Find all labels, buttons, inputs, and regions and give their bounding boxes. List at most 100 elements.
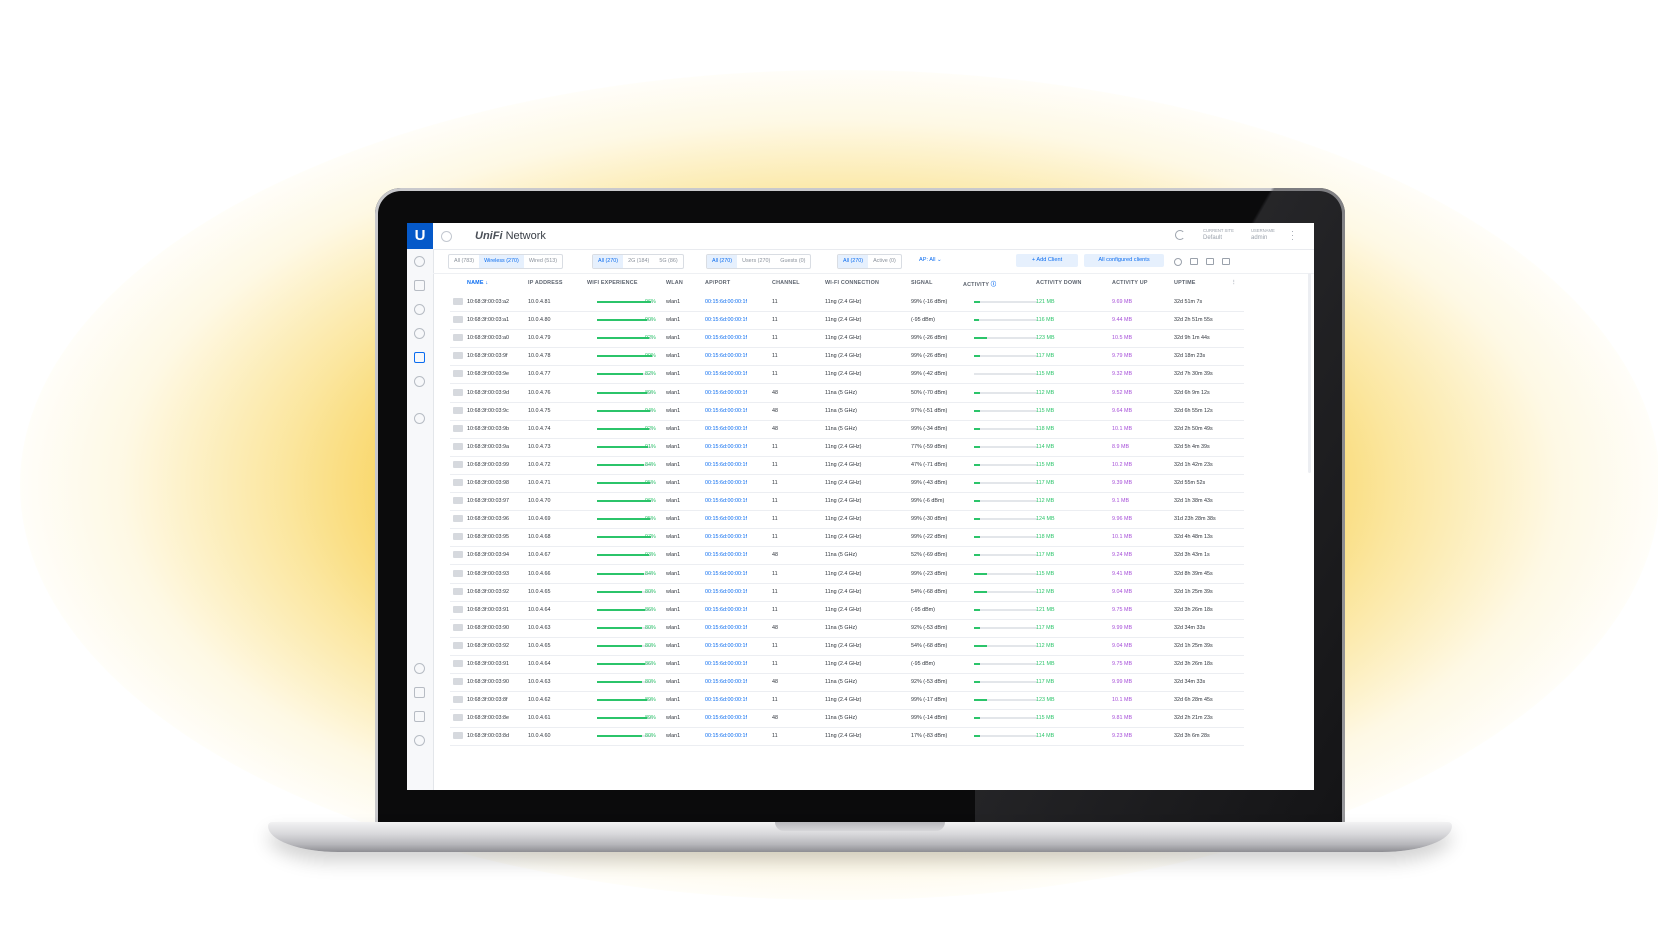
refresh-icon[interactable] [1175,230,1185,240]
table-row[interactable]: 10:68:3f:00:03:92 10.0.4.65 80% wlan1 00:15:… [450,583,1244,602]
cell-ap[interactable]: 00:15:6d:00:00:1f [705,589,747,595]
all-configured-clients-button[interactable]: All configured clients [1084,254,1164,267]
list-view-icon[interactable] [1190,258,1198,265]
table-row[interactable]: 10:68:3f:00:03:93 10.0.4.66 84% wlan1 00:15:… [450,565,1244,584]
table-row[interactable]: 10:68:3f:00:03:a0 10.0.4.79 92% wlan1 00:15:… [450,329,1244,349]
cell-name[interactable]: 10:68:3f:00:03:8f [467,697,507,703]
table-row[interactable]: 10:68:3f:00:03:92 10.0.4.65 80% wlan1 00:15:… [450,637,1244,656]
cell-name[interactable]: 10:68:3f:00:03:9f [467,353,507,359]
devices-icon[interactable] [414,328,425,339]
table-row[interactable]: 10:68:3f:00:03:94 10.0.4.67 93% wlan1 00:15:… [450,546,1244,566]
more-menu-icon[interactable]: · · · [1291,227,1294,244]
filter-2g[interactable]: 2G (184) [623,255,654,268]
cell-name[interactable]: 10:68:3f:00:03:93 [467,571,509,577]
table-row[interactable]: 10:68:3f:00:03:8e 10.0.4.61 89% wlan1 00:15:… [450,709,1244,729]
cell-name[interactable]: 10:68:3f:00:03:92 [467,589,509,595]
cell-ap[interactable]: 00:15:6d:00:00:1f [705,444,747,450]
cell-name[interactable]: 10:68:3f:00:03:98 [467,480,509,486]
table-row[interactable]: 10:68:3f:00:03:97 10.0.4.70 96% wlan1 00:15:… [450,492,1244,512]
alerts-icon[interactable] [414,711,425,722]
table-row[interactable]: 10:68:3f:00:03:8d 10.0.4.60 80% wlan1 00:15:… [450,727,1244,747]
ubiquiti-logo-icon[interactable]: U [407,223,433,249]
table-row[interactable]: 10:68:3f:00:03:91 10.0.4.64 86% wlan1 00:15:… [450,601,1244,620]
table-row[interactable]: 10:68:3f:00:03:96 10.0.4.69 95% wlan1 00:15:… [450,510,1244,530]
cell-ap[interactable]: 00:15:6d:00:00:1f [705,426,747,432]
table-row[interactable]: 10:68:3f:00:03:9c 10.0.4.75 94% wlan1 00:15:… [450,402,1244,421]
filter-all[interactable]: All (783) [449,255,479,268]
table-row[interactable]: 10:68:3f:00:03:9a 10.0.4.73 91% wlan1 00:15:… [450,438,1244,457]
table-row[interactable]: 10:68:3f:00:03:99 10.0.4.72 84% wlan1 00:15:… [450,456,1244,475]
filter-guests[interactable]: Guests (0) [775,255,810,268]
column-header[interactable]: ACTIVITY DOWN [1036,280,1082,286]
cell-ap[interactable]: 00:15:6d:00:00:1f [705,408,747,414]
cell-ap[interactable]: 00:15:6d:00:00:1f [705,353,747,359]
table-row[interactable]: 10:68:3f:00:03:90 10.0.4.63 80% wlan1 00:15:… [450,673,1244,693]
search-icon[interactable] [1174,258,1182,266]
column-header[interactable]: IP ADDRESS [528,280,563,286]
cell-ap[interactable]: 00:15:6d:00:00:1f [705,480,747,486]
filter-state-all[interactable]: All (270) [838,255,869,268]
filter-5g[interactable]: 5G (86) [654,255,682,268]
table-row[interactable]: 10:68:3f:00:03:9e 10.0.4.77 82% wlan1 00:15:… [450,365,1244,385]
column-header-name[interactable]: NAME ↓ [467,280,488,286]
cell-name[interactable]: 10:68:3f:00:03:9c [467,408,509,414]
cell-name[interactable]: 10:68:3f:00:03:95 [467,534,509,540]
cell-ap[interactable]: 00:15:6d:00:00:1f [705,571,747,577]
back-icon[interactable] [441,231,452,242]
statistics-icon[interactable] [414,280,425,291]
info-icon[interactable] [414,663,425,674]
column-header[interactable]: AP/PORT [705,280,730,286]
filter-users[interactable]: Users (270) [737,255,775,268]
column-header[interactable]: WIFI EXPERIENCE [587,280,638,286]
cell-name[interactable]: 10:68:3f:00:03:9e [467,371,509,377]
cell-ap[interactable]: 00:15:6d:00:00:1f [705,715,747,721]
cell-ap[interactable]: 00:15:6d:00:00:1f [705,625,747,631]
shield-icon[interactable] [414,413,425,424]
table-row[interactable]: 10:68:3f:00:03:9f 10.0.4.78 99% wlan1 00:15:… [450,347,1244,367]
cell-ap[interactable]: 00:15:6d:00:00:1f [705,661,747,667]
cell-ap[interactable]: 00:15:6d:00:00:1f [705,607,747,613]
calendar-icon[interactable] [414,687,425,698]
column-header[interactable]: UPTIME [1174,280,1196,286]
table-row[interactable]: 10:68:3f:00:03:98 10.0.4.71 95% wlan1 00:15:… [450,474,1244,493]
column-settings-icon[interactable]: ⋮ [1231,280,1237,286]
column-header[interactable]: ACTIVITY UP [1112,280,1148,286]
map-icon[interactable] [414,304,425,315]
filter-wired[interactable]: Wired (513) [524,255,562,268]
cell-ap[interactable]: 00:15:6d:00:00:1f [705,390,747,396]
gear-icon[interactable] [414,735,425,746]
table-row[interactable]: 10:68:3f:00:03:91 10.0.4.64 86% wlan1 00:15:… [450,655,1244,674]
user-menu[interactable]: USERNAME admin [1251,228,1275,243]
cell-name[interactable]: 10:68:3f:00:03:a0 [467,335,509,341]
clients-icon[interactable] [414,352,425,363]
insights-icon[interactable] [414,376,425,387]
site-selector[interactable]: CURRENT SITE Default [1203,228,1234,243]
table-row[interactable]: 10:68:3f:00:03:9b 10.0.4.74 92% wlan1 00:15:… [450,420,1244,439]
column-header[interactable]: SIGNAL [911,280,933,286]
cell-name[interactable]: 10:68:3f:00:03:8e [467,715,509,721]
column-header[interactable]: WLAN [666,280,683,286]
cell-ap[interactable]: 00:15:6d:00:00:1f [705,335,747,341]
table-row[interactable]: 10:68:3f:00:03:a1 10.0.4.80 90% wlan1 00:15:… [450,311,1244,331]
table-row[interactable]: 10:68:3f:00:03:a2 10.0.4.81 96% wlan1 00:15:… [450,293,1244,312]
cell-ap[interactable]: 00:15:6d:00:00:1f [705,679,747,685]
cell-name[interactable]: 10:68:3f:00:03:91 [467,607,509,613]
table-row[interactable]: 10:68:3f:00:03:8f 10.0.4.62 89% wlan1 00:15:… [450,691,1244,711]
cell-name[interactable]: 10:68:3f:00:03:99 [467,462,509,468]
cell-ap[interactable]: 00:15:6d:00:00:1f [705,552,747,558]
cell-name[interactable]: 10:68:3f:00:03:97 [467,498,509,504]
table-row[interactable]: 10:68:3f:00:03:9d 10.0.4.76 89% wlan1 00:15:… [450,384,1244,403]
cell-name[interactable]: 10:68:3f:00:03:92 [467,643,509,649]
table-row[interactable]: 10:68:3f:00:03:90 10.0.4.63 80% wlan1 00:15:… [450,619,1244,638]
table-row[interactable]: 10:68:3f:00:03:95 10.0.4.68 97% wlan1 00:15:… [450,528,1244,548]
cell-name[interactable]: 10:68:3f:00:03:90 [467,625,509,631]
cell-name[interactable]: 10:68:3f:00:03:9b [467,426,509,432]
cell-name[interactable]: 10:68:3f:00:03:8d [467,733,509,739]
scrollbar[interactable] [1308,273,1311,473]
cell-name[interactable]: 10:68:3f:00:03:a2 [467,299,509,305]
cell-ap[interactable]: 00:15:6d:00:00:1f [705,697,747,703]
cell-name[interactable]: 10:68:3f:00:03:9d [467,390,509,396]
filter-wireless[interactable]: Wireless (270) [479,255,524,268]
filter-active[interactable]: Active (0) [868,255,901,268]
cell-name[interactable]: 10:68:3f:00:03:96 [467,516,509,522]
